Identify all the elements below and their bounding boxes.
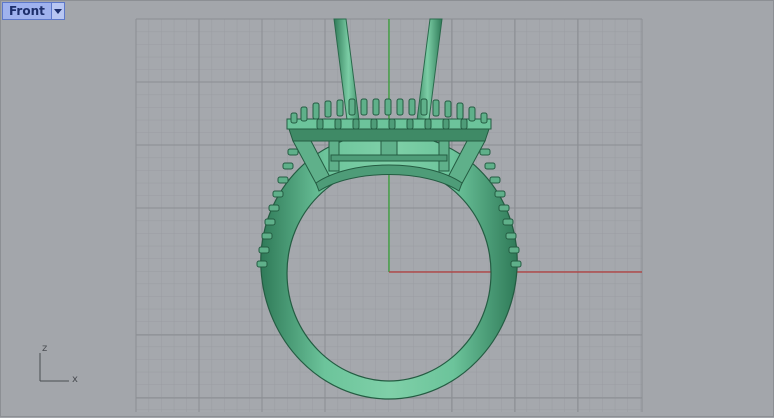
chevron-down-icon[interactable] <box>50 3 64 19</box>
viewport-canvas[interactable]: z x <box>1 1 774 418</box>
viewport-title[interactable]: Front <box>3 3 51 19</box>
viewport-front[interactable]: z x Front <box>0 0 774 417</box>
axis-gizmo-z-label: z <box>42 343 47 354</box>
gallery-bar <box>330 154 448 162</box>
axis-gizmo: z x <box>39 343 78 385</box>
viewport-title-tab[interactable]: Front <box>2 2 65 20</box>
halo-head <box>286 98 492 142</box>
axis-gizmo-x-label: x <box>72 374 78 385</box>
